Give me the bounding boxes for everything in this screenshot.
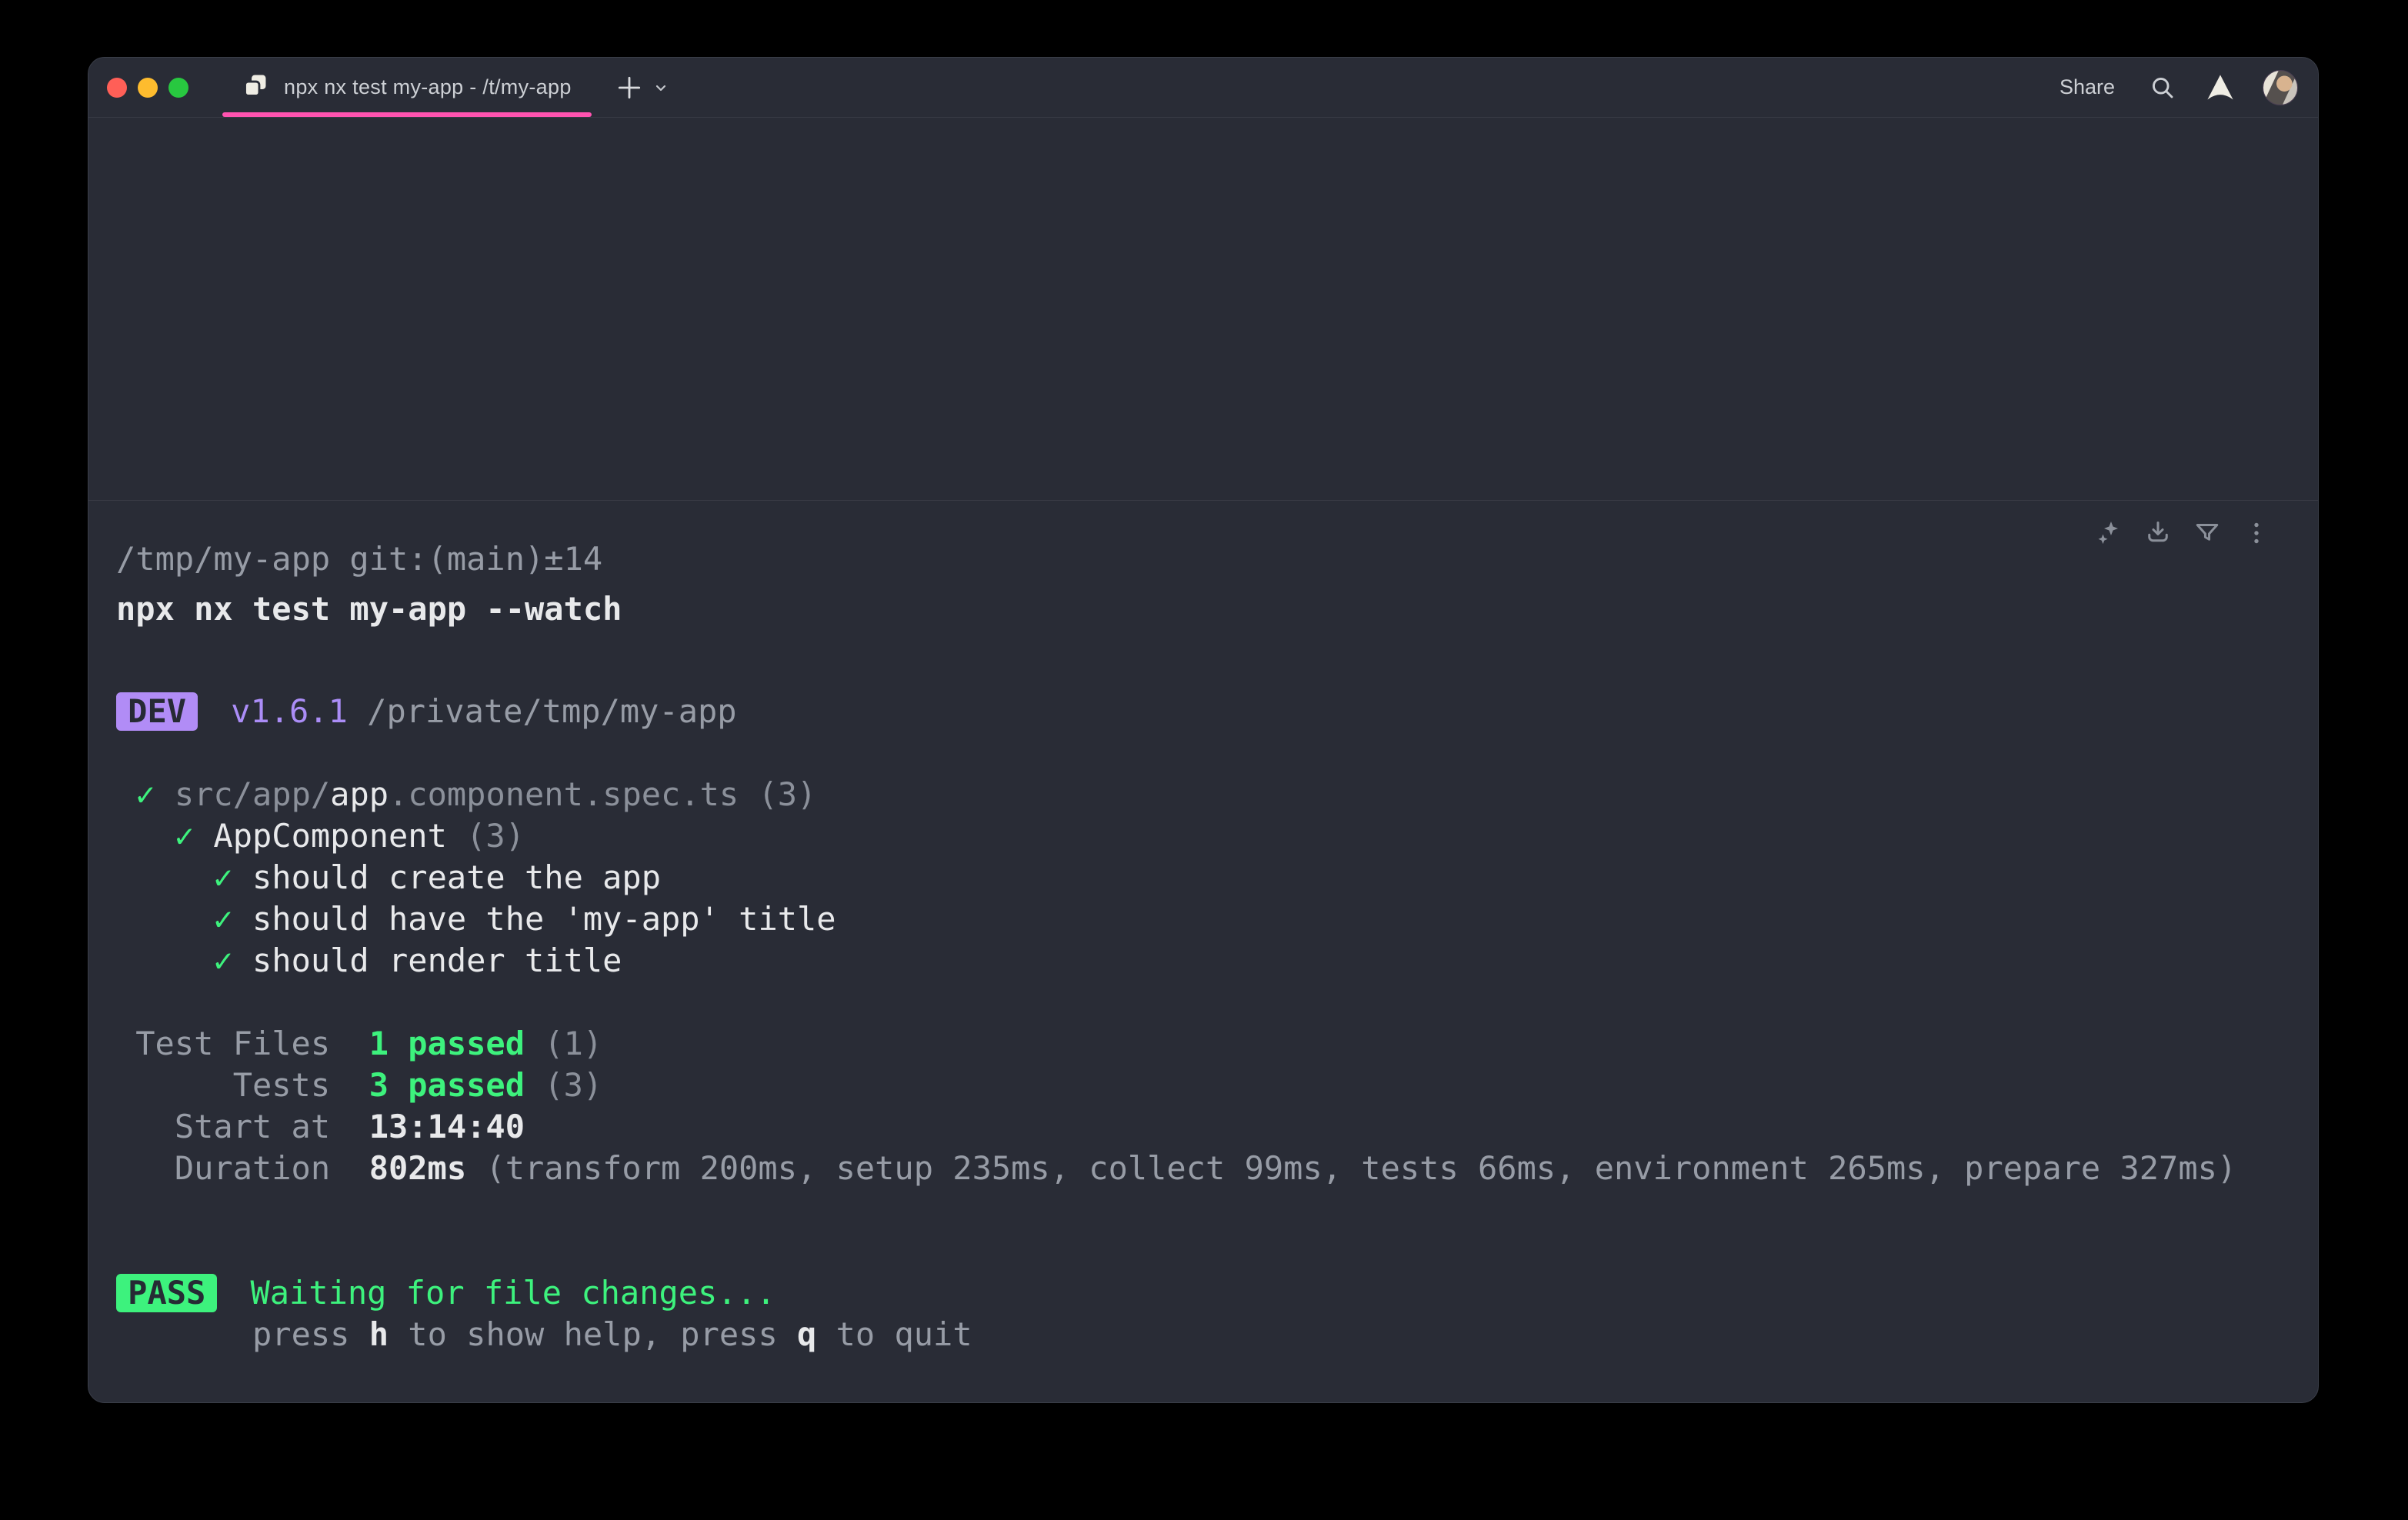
titlebar: npx nx test my-app - /t/my-app Share bbox=[88, 58, 2318, 118]
key-q: q bbox=[797, 1315, 816, 1353]
share-button[interactable]: Share bbox=[2059, 75, 2115, 99]
chevron-down-icon[interactable] bbox=[652, 78, 670, 97]
traffic-lights bbox=[107, 78, 188, 98]
new-tab-button[interactable] bbox=[615, 73, 644, 102]
vitest-dev-line: DEV v1.6.1/private/tmp/my-app bbox=[116, 691, 2290, 732]
check-icon: ✓ bbox=[213, 900, 232, 938]
warp-logo-icon[interactable] bbox=[2206, 73, 2235, 102]
watch-message: Waiting for file changes... bbox=[250, 1274, 775, 1312]
summary-start-at: Start at13:14:40 bbox=[116, 1106, 2290, 1148]
check-icon: ✓ bbox=[213, 858, 232, 896]
watch-hint-line: press h to show help, press q to quit bbox=[116, 1314, 2290, 1355]
vitest-cwd: /private/tmp/my-app bbox=[367, 692, 736, 730]
command-block: /tmp/my-app git:(main)±14 npx nx test my… bbox=[88, 501, 2318, 1355]
summary-duration: Duration802ms(transform 200ms, setup 235… bbox=[116, 1148, 2290, 1189]
pass-badge: PASS bbox=[116, 1274, 217, 1312]
minimize-button[interactable] bbox=[138, 78, 158, 98]
filter-icon[interactable] bbox=[2193, 519, 2221, 547]
block-toolbar bbox=[2095, 519, 2270, 547]
watch-status-line: PASS Waiting for file changes... bbox=[116, 1272, 2290, 1314]
command-text: npx nx test my-app --watch bbox=[116, 588, 2290, 630]
download-icon[interactable] bbox=[2144, 519, 2172, 547]
test-case-row: ✓should render title bbox=[116, 940, 2290, 982]
search-icon[interactable] bbox=[2149, 74, 2176, 102]
close-button[interactable] bbox=[107, 78, 127, 98]
test-file-row: ✓src/app/app.component.spec.ts(3) bbox=[116, 774, 2290, 815]
test-case-row: ✓should create the app bbox=[116, 857, 2290, 898]
terminal-window: npx nx test my-app - /t/my-app Share bbox=[88, 57, 2319, 1403]
check-icon: ✓ bbox=[213, 942, 232, 979]
tab-active[interactable]: npx nx test my-app - /t/my-app bbox=[222, 58, 592, 117]
vitest-version: v1.6.1 bbox=[231, 692, 348, 730]
check-icon: ✓ bbox=[175, 817, 194, 855]
user-avatar[interactable] bbox=[2263, 70, 2298, 105]
check-icon: ✓ bbox=[135, 775, 155, 813]
active-tab-indicator bbox=[222, 112, 592, 117]
summary-tests: Tests3 passed(3) bbox=[116, 1065, 2290, 1106]
test-suite-row: ✓AppComponent(3) bbox=[116, 815, 2290, 857]
tab-title: npx nx test my-app - /t/my-app bbox=[284, 75, 572, 99]
dev-badge: DEV bbox=[116, 692, 198, 731]
kebab-menu-icon[interactable] bbox=[2243, 519, 2270, 547]
terminal-scrollback bbox=[88, 118, 2318, 501]
tab-pages-icon bbox=[242, 72, 268, 102]
sparkles-ai-icon[interactable] bbox=[2095, 519, 2123, 547]
shell-prompt: /tmp/my-app git:(main)±14 bbox=[116, 538, 2290, 580]
key-h: h bbox=[369, 1315, 389, 1353]
zoom-button[interactable] bbox=[168, 78, 188, 98]
summary-test-files: Test Files1 passed(1) bbox=[116, 1023, 2290, 1065]
test-case-row: ✓should have the 'my-app' title bbox=[116, 898, 2290, 940]
